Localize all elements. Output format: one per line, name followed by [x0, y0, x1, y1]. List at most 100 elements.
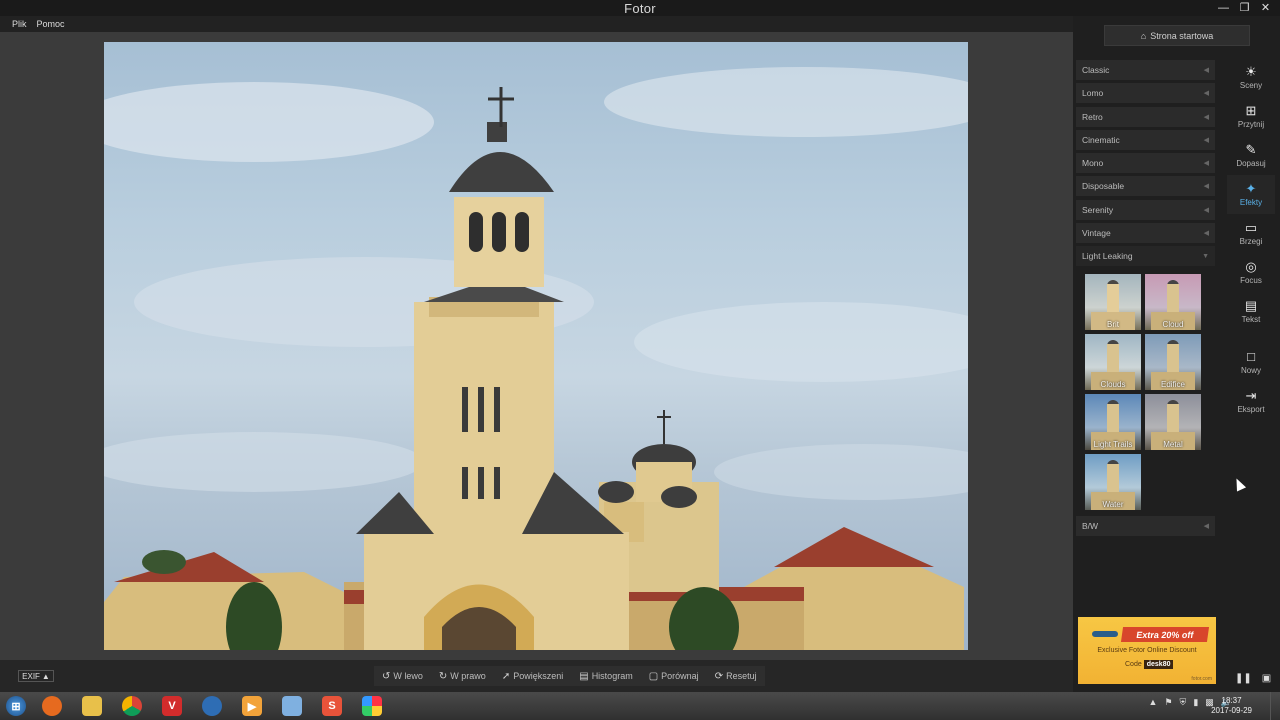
effect-thumbnail-metal[interactable]: Metal	[1145, 393, 1201, 450]
rotate-right-button[interactable]: ↻ W prawo	[431, 666, 494, 686]
tool-dopasuj[interactable]: ✎ Dopasuj	[1227, 136, 1275, 175]
tool-label: Dopasuj	[1236, 159, 1266, 168]
home-button[interactable]: ⌂ Strona startowa	[1104, 25, 1250, 46]
category-cinematic[interactable]: Cinematic ◀	[1076, 129, 1215, 150]
compare-label: Porównaj	[661, 671, 699, 681]
effect-thumbnail-brit[interactable]: Brit	[1085, 273, 1141, 330]
category-label: B/W	[1082, 520, 1099, 531]
text-icon: ▤	[1244, 298, 1258, 313]
tool-nowy[interactable]: □ Nowy	[1227, 343, 1275, 382]
tool-przytnij[interactable]: ⊞ Przytnij	[1227, 97, 1275, 136]
category-label: Lomo	[1082, 88, 1104, 99]
fotor-icon	[362, 696, 382, 716]
start-button[interactable]: ⊞	[0, 693, 32, 719]
thumbnail-label: Brit	[1107, 319, 1119, 329]
focus-icon: ◎	[1245, 259, 1257, 274]
home-icon: ⌂	[1140, 30, 1147, 41]
taskbar-fotor[interactable]	[352, 693, 392, 719]
tray-battery-icon[interactable]: ▮	[1193, 697, 1198, 708]
menu-item-plik[interactable]: Plik	[12, 19, 27, 29]
exif-label: EXIF	[22, 671, 40, 681]
show-desktop-button[interactable]	[1270, 692, 1280, 720]
taskbar-notepad[interactable]	[272, 693, 312, 719]
zoom-button[interactable]: ➚ Powiększeni	[494, 666, 571, 686]
tool-label: Focus	[1240, 276, 1262, 285]
taskbar-clock[interactable]: 18:37 2017-09-29	[1211, 696, 1252, 716]
category-bw[interactable]: B/W ◀	[1076, 515, 1215, 536]
reset-button[interactable]: ⟳ Resetuj	[707, 666, 765, 686]
chevron-up-icon: ▲	[41, 671, 50, 681]
effect-thumbnail-water[interactable]: Water	[1085, 453, 1141, 510]
taskbar-explorer[interactable]	[72, 693, 112, 719]
pause-icon[interactable]: ❚❚	[1235, 673, 1252, 684]
minimize-icon[interactable]: —	[1215, 0, 1232, 15]
tool-tekst[interactable]: ▤ Tekst	[1227, 292, 1275, 331]
thumbnail-label: Water	[1102, 499, 1124, 509]
exif-button[interactable]: EXIF ▲	[18, 670, 54, 682]
home-label: Strona startowa	[1150, 30, 1214, 41]
effect-thumbnails: Brit Cloud Clouds Edifice Light Trails M…	[1076, 270, 1215, 516]
histogram-label: Histogram	[591, 671, 633, 681]
windows-logo-icon: ⊞	[6, 696, 26, 716]
effect-thumbnail-edifice[interactable]: Edifice	[1145, 333, 1201, 390]
document-icon	[282, 696, 302, 716]
rotate-right-icon: ↻	[438, 670, 448, 682]
category-light-leaking[interactable]: Light Leaking ▼	[1076, 246, 1215, 267]
promo-site: fotor.com	[1191, 676, 1212, 682]
tool-eksport[interactable]: ⇥ Eksport	[1227, 382, 1275, 421]
rotate-left-button[interactable]: ↺ W lewo	[374, 666, 431, 686]
chevron-left-icon: ◀	[1203, 522, 1209, 530]
tool-efekty[interactable]: ✦ Efekty	[1227, 175, 1275, 214]
effect-thumbnail-cloud[interactable]: Cloud	[1145, 273, 1201, 330]
category-disposable[interactable]: Disposable ◀	[1076, 176, 1215, 197]
thumbnail-label: Edifice	[1160, 379, 1185, 389]
tool-brzegi[interactable]: ▭ Brzegi	[1227, 214, 1275, 253]
chevron-left-icon: ◀	[1203, 183, 1209, 191]
promo-code: Code desk80	[1125, 660, 1174, 669]
promo-banner[interactable]: Extra 20% off Exclusive Fotor Online Dis…	[1078, 617, 1216, 684]
tool-sceny[interactable]: ☀ Sceny	[1227, 58, 1275, 97]
category-classic[interactable]: Classic ◀	[1076, 60, 1215, 80]
snagit-icon: S	[322, 696, 342, 716]
restore-icon[interactable]: ❐	[1236, 0, 1253, 15]
right-sidebar: ⌂ Strona startowa Classic ◀ Lomo ◀ Retro ◀ …	[1073, 16, 1280, 692]
chevron-left-icon: ◀	[1203, 90, 1209, 98]
taskbar-firefox[interactable]	[32, 693, 72, 719]
compare-button[interactable]: ▢ Porównaj	[641, 666, 707, 686]
tray-flag-icon[interactable]: ⚑	[1164, 697, 1172, 708]
taskbar-app-blue[interactable]	[192, 693, 232, 719]
histogram-icon: ▤	[579, 670, 589, 682]
rotate-right-label: W prawo	[450, 671, 486, 681]
taskbar-vivaldi[interactable]: V	[152, 693, 192, 719]
vivaldi-icon: V	[162, 696, 182, 716]
histogram-button[interactable]: ▤ Histogram	[571, 666, 640, 686]
reset-label: Resetuj	[726, 671, 757, 681]
tray-arrow-icon[interactable]: ▲	[1149, 697, 1158, 708]
border-icon: ▭	[1244, 220, 1258, 235]
menu-item-pomoc[interactable]: Pomoc	[37, 19, 65, 29]
category-retro[interactable]: Retro ◀	[1076, 106, 1215, 127]
plane-icon	[1092, 631, 1118, 637]
category-mono[interactable]: Mono ◀	[1076, 153, 1215, 174]
close-icon[interactable]: ✕	[1257, 0, 1274, 15]
image-icon[interactable]: ▣	[1262, 673, 1271, 684]
taskbar-player[interactable]: ▶	[232, 693, 272, 719]
image-tools: ↺ W lewo ↻ W prawo ➚ Powiększeni ▤ Histo…	[374, 666, 765, 686]
category-lomo[interactable]: Lomo ◀	[1076, 83, 1215, 104]
thumbnail-label: Cloud	[1162, 319, 1184, 329]
new-file-icon: □	[1247, 349, 1255, 364]
category-serenity[interactable]: Serenity ◀	[1076, 199, 1215, 220]
pencil-icon: ✎	[1245, 142, 1257, 157]
media-player-icon: ▶	[242, 696, 262, 716]
taskbar-snagit[interactable]: S	[312, 693, 352, 719]
category-vintage[interactable]: Vintage ◀	[1076, 223, 1215, 244]
taskbar-chrome[interactable]	[112, 693, 152, 719]
effect-thumbnail-light-trails[interactable]: Light Trails	[1085, 393, 1141, 450]
clock-date: 2017-09-29	[1211, 706, 1252, 715]
export-icon: ⇥	[1245, 388, 1257, 403]
windows-taskbar: ⊞ V ▶ S ▲ ⚑ ⛨ ▮ ▩ 🔈 18:37 2017-09-29	[0, 692, 1280, 720]
tray-shield-icon[interactable]: ⛨	[1180, 697, 1187, 708]
photo-preview[interactable]	[104, 42, 968, 650]
effect-thumbnail-clouds[interactable]: Clouds	[1085, 333, 1141, 390]
tool-focus[interactable]: ◎ Focus	[1227, 253, 1275, 292]
